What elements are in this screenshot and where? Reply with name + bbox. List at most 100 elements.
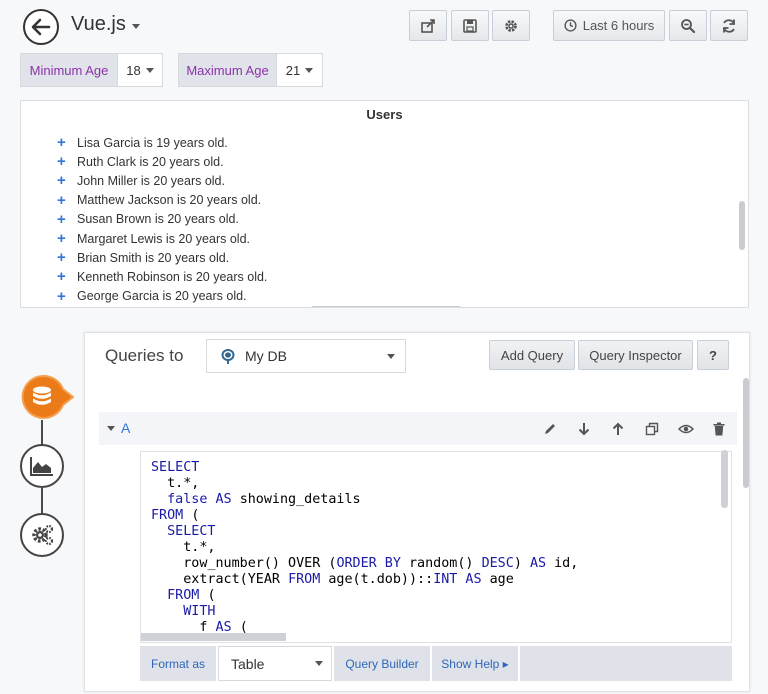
duplicate-query-button[interactable] bbox=[641, 418, 663, 440]
list-item[interactable]: + Lisa Garcia is 19 years old. bbox=[57, 133, 267, 152]
query-row-header: A bbox=[99, 412, 737, 445]
clock-icon bbox=[564, 19, 577, 32]
list-item-text: Margaret Lewis is 20 years old. bbox=[77, 231, 250, 246]
plus-icon: + bbox=[57, 191, 66, 209]
arrow-down-icon bbox=[578, 423, 590, 436]
list-item-text: John Miller is 20 years old. bbox=[77, 173, 225, 188]
visualization-tab-button[interactable] bbox=[20, 444, 64, 488]
refresh-icon bbox=[723, 18, 735, 33]
move-up-button[interactable] bbox=[607, 418, 629, 440]
back-button[interactable] bbox=[23, 9, 59, 45]
plus-icon: + bbox=[57, 287, 66, 305]
area-chart-icon bbox=[30, 457, 53, 476]
editor-vertical-scrollbar[interactable] bbox=[743, 378, 749, 488]
sql-code-editor[interactable]: SELECT t.*, false AS showing_details FRO… bbox=[140, 451, 732, 643]
list-item[interactable]: + Kenneth Robinson is 20 years old. bbox=[57, 267, 267, 286]
list-item-text: Brian Smith is 20 years old. bbox=[77, 250, 230, 265]
list-item[interactable]: + John Miller is 20 years old. bbox=[57, 171, 267, 190]
query-builder-button[interactable]: Query Builder bbox=[334, 646, 430, 681]
list-item-text: George Garcia is 20 years old. bbox=[77, 289, 247, 304]
chevron-down-icon bbox=[145, 67, 154, 73]
queries-to-label: Queries to bbox=[105, 346, 184, 365]
cogs-icon bbox=[32, 524, 54, 546]
query-options-bar: Format as Table Query Builder Show Help … bbox=[140, 646, 732, 681]
list-item-text: Susan Brown is 20 years old. bbox=[77, 212, 239, 227]
query-editor: Queries to My DB Add Query Query Inspect… bbox=[84, 332, 750, 692]
users-panel: Users + Lisa Garcia is 19 years old. + Rut… bbox=[20, 100, 749, 308]
datasource-picker[interactable]: My DB bbox=[206, 339, 406, 373]
format-as-value: Table bbox=[231, 655, 265, 672]
chevron-down-icon bbox=[305, 67, 314, 73]
dashboard-title-text: Vue.js bbox=[71, 13, 126, 35]
toggle-visibility-button[interactable] bbox=[675, 418, 697, 440]
list-item[interactable]: + George Garcia is 20 years old. bbox=[57, 287, 267, 306]
delete-query-button[interactable] bbox=[708, 418, 730, 440]
arrow-left-icon bbox=[31, 18, 51, 36]
plus-icon: + bbox=[57, 172, 66, 190]
list-item[interactable]: + Ruth Clark is 20 years old. bbox=[57, 152, 267, 171]
list-item[interactable]: + Brian Smith is 20 years old. bbox=[57, 248, 267, 267]
query-ref-id: A bbox=[121, 420, 131, 436]
plus-icon: + bbox=[57, 230, 66, 248]
list-item[interactable]: + Margaret Lewis is 20 years old. bbox=[57, 229, 267, 248]
save-dashboard-button[interactable] bbox=[451, 10, 489, 41]
share-button[interactable] bbox=[409, 10, 447, 41]
add-query-button[interactable]: Add Query bbox=[489, 340, 575, 370]
share-icon bbox=[421, 18, 435, 33]
list-item-text: Kenneth Robinson is 20 years old. bbox=[77, 269, 268, 284]
trash-icon bbox=[713, 422, 725, 436]
chevron-down-icon bbox=[387, 354, 395, 359]
list-item[interactable]: + Matthew Jackson is 20 years old. bbox=[57, 191, 267, 210]
datasource-name: My DB bbox=[245, 348, 287, 364]
zoom-out-icon bbox=[681, 18, 696, 33]
user-list: + Lisa Garcia is 19 years old. + Ruth Clar… bbox=[57, 114, 267, 306]
plus-icon: + bbox=[57, 210, 66, 228]
refresh-button[interactable] bbox=[710, 10, 748, 41]
options-filler bbox=[520, 646, 732, 681]
list-item-text: Ruth Clark is 20 years old. bbox=[77, 154, 224, 169]
database-icon bbox=[21, 374, 75, 419]
chevron-down-icon bbox=[107, 425, 115, 431]
help-button[interactable]: ? bbox=[697, 340, 729, 370]
settings-button[interactable] bbox=[492, 10, 530, 41]
list-item-text: Lisa Garcia is 19 years old. bbox=[77, 135, 228, 150]
format-as-label: Format as bbox=[140, 646, 216, 681]
rail-connector bbox=[41, 488, 43, 516]
edit-query-button[interactable] bbox=[539, 418, 561, 440]
list-item[interactable]: + Susan Brown is 20 years old. bbox=[57, 210, 267, 229]
code-vertical-scrollbar[interactable] bbox=[721, 450, 728, 508]
list-item-text: Matthew Jackson is 20 years old. bbox=[77, 193, 262, 208]
show-help-button[interactable]: Show Help ▸ bbox=[432, 646, 518, 681]
pencil-icon bbox=[545, 424, 555, 434]
arrow-up-icon bbox=[612, 422, 624, 435]
variable-value: 18 bbox=[126, 62, 141, 78]
postgres-icon bbox=[221, 349, 235, 364]
plus-icon: + bbox=[57, 268, 66, 286]
copy-icon bbox=[645, 422, 659, 436]
dashboard-title[interactable]: Vue.js bbox=[71, 13, 140, 36]
plus-icon: + bbox=[57, 134, 66, 152]
query-inspector-button[interactable]: Query Inspector bbox=[578, 340, 693, 370]
queries-tab-button[interactable] bbox=[20, 374, 75, 421]
variable-select-min-age[interactable]: 18 bbox=[117, 53, 163, 87]
time-picker-button[interactable]: Last 6 hours bbox=[553, 10, 665, 41]
gear-icon bbox=[505, 19, 517, 32]
eye-icon bbox=[678, 424, 694, 434]
save-icon bbox=[463, 18, 477, 33]
chevron-down-icon bbox=[131, 24, 140, 29]
format-as-select[interactable]: Table bbox=[218, 646, 332, 681]
zoom-out-button[interactable] bbox=[669, 10, 707, 41]
variable-label-max-age: Maximum Age bbox=[178, 53, 276, 87]
general-tab-button[interactable] bbox=[20, 513, 64, 557]
move-down-button[interactable] bbox=[573, 418, 595, 440]
variable-select-max-age[interactable]: 21 bbox=[276, 53, 323, 87]
list-item bbox=[57, 114, 267, 133]
code-horizontal-scrollbar[interactable] bbox=[141, 633, 286, 641]
chevron-down-icon bbox=[315, 661, 323, 666]
variable-label-min-age: Minimum Age bbox=[20, 53, 117, 87]
plus-icon: + bbox=[57, 249, 66, 267]
users-horizontal-scrollbar[interactable] bbox=[311, 306, 461, 307]
query-collapse-toggle[interactable]: A bbox=[107, 420, 130, 436]
time-range-label: Last 6 hours bbox=[582, 18, 655, 33]
users-vertical-scrollbar[interactable] bbox=[739, 201, 745, 250]
